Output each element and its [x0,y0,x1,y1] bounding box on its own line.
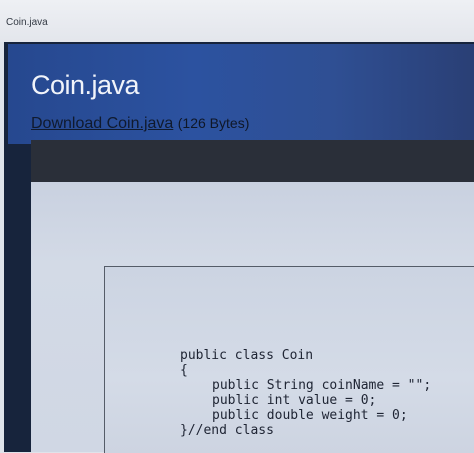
page-title: Coin.java [31,70,140,100]
download-row: Download Coin.java (126 Bytes) [31,115,249,133]
code-line-weight: public double weight = 0; [212,408,408,423]
code-line-end-class: }//end class [180,423,274,438]
tab-title[interactable]: Coin.java [6,17,48,28]
toolbar-bar [31,140,474,182]
code-line-value: public int value = 0; [212,393,377,408]
file-size: (126 Bytes) [177,115,250,131]
code-line-open-brace: { [180,363,188,378]
browser-tab-bar: Coin.java [0,0,474,42]
code-line-coin-name: public String coinName = ""; [212,378,432,393]
code-block: public class Coin{ public String coinName… [180,348,431,438]
code-line-class-declaration: public class Coin [180,348,314,363]
download-link[interactable]: Download Coin.java [31,115,173,132]
